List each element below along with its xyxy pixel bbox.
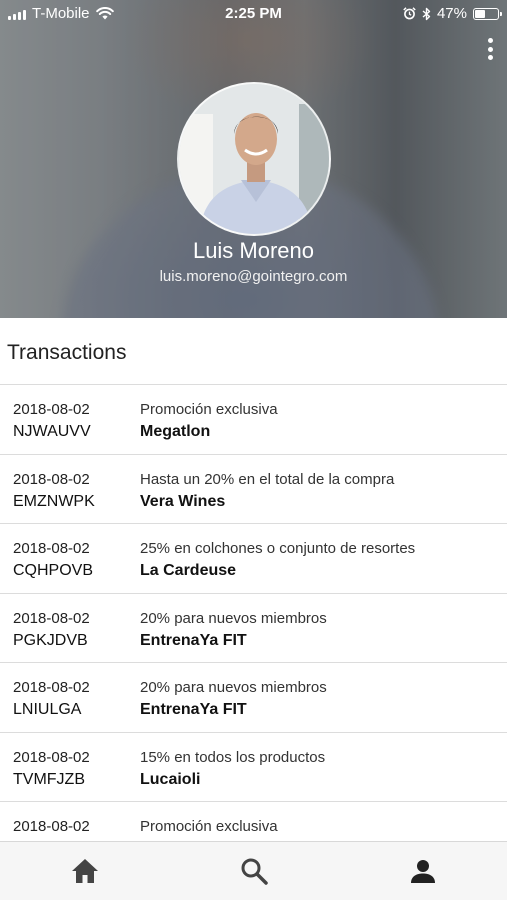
transaction-code: EMZNWPK [13,492,95,510]
transaction-code: TVMFJZB [13,770,85,788]
battery-level-fill [475,9,485,18]
bluetooth-icon [422,7,431,20]
transaction-merchant: Vera Wines [140,492,226,510]
transaction-merchant: Lucaioli [140,770,201,788]
transaction-description: 15% en todos los productos [140,748,326,766]
search-icon[interactable] [239,856,269,886]
transaction-date: 2018-08-02 [13,470,90,488]
transaction-row[interactable]: 2018-08-02 CQHPOVB 25% en colchones o co… [0,524,507,594]
battery-icon [473,7,502,20]
battery-percent: 47% [436,5,467,22]
transaction-row[interactable]: 2018-08-02 TVMFJZB 15% en todos los prod… [0,733,507,802]
transaction-row[interactable]: 2018-08-02 NJWAUVV Promoción exclusiva M… [0,385,507,455]
transaction-merchant: Megatlon [140,423,211,440]
transaction-description: 20% para nuevos miembros [140,679,327,696]
profile-name: Luis Moreno [192,238,315,263]
profile-email: luis.moreno@gointegro.com [159,268,348,285]
transaction-code: NJWAUVV [13,423,91,440]
transaction-merchant: EntrenaYa FIT [140,701,247,718]
transaction-description: Promoción exclusiva [140,401,278,418]
status-bar: T-Mobile 2:25 PM 47% [0,0,507,28]
transaction-date: 2018-08-02 [13,748,90,766]
transactions-list: 2018-08-02 NJWAUVV Promoción exclusiva M… [0,384,507,872]
transaction-date: 2018-08-02 [13,818,90,835]
transaction-description: Promoción exclusiva [140,818,278,835]
alarm-icon [403,7,416,20]
transaction-description: 20% para nuevos miembros [140,609,327,627]
transaction-row[interactable]: 2018-08-02 LNIULGA 20% para nuevos miemb… [0,663,507,733]
status-bar-right: 47% [403,5,502,22]
home-icon[interactable] [70,856,100,886]
transaction-merchant: EntrenaYa FIT [140,631,247,649]
bottom-nav [0,841,507,900]
transaction-merchant: La Cardeuse [140,562,237,579]
transaction-row[interactable]: 2018-08-02 EMZNWPK Hasta un 20% en el to… [0,455,507,524]
avatar [177,82,331,236]
section-title: Transactions [7,341,127,364]
transaction-date: 2018-08-02 [13,401,90,418]
transaction-date: 2018-08-02 [13,540,90,557]
avatar-photo [179,84,329,234]
transaction-row[interactable]: 2018-08-02 PGKJDVB 20% para nuevos miemb… [0,594,507,663]
transaction-date: 2018-08-02 [13,609,90,627]
transaction-description: Hasta un 20% en el total de la compra [140,470,395,488]
profile-icon[interactable] [408,856,438,886]
transaction-code: LNIULGA [13,701,82,718]
more-vertical-icon[interactable] [483,36,497,62]
transaction-code: PGKJDVB [13,631,88,649]
transaction-code: CQHPOVB [13,562,94,579]
transaction-date: 2018-08-02 [13,679,90,696]
transaction-description: 25% en colchones o conjunto de resortes [140,540,416,557]
